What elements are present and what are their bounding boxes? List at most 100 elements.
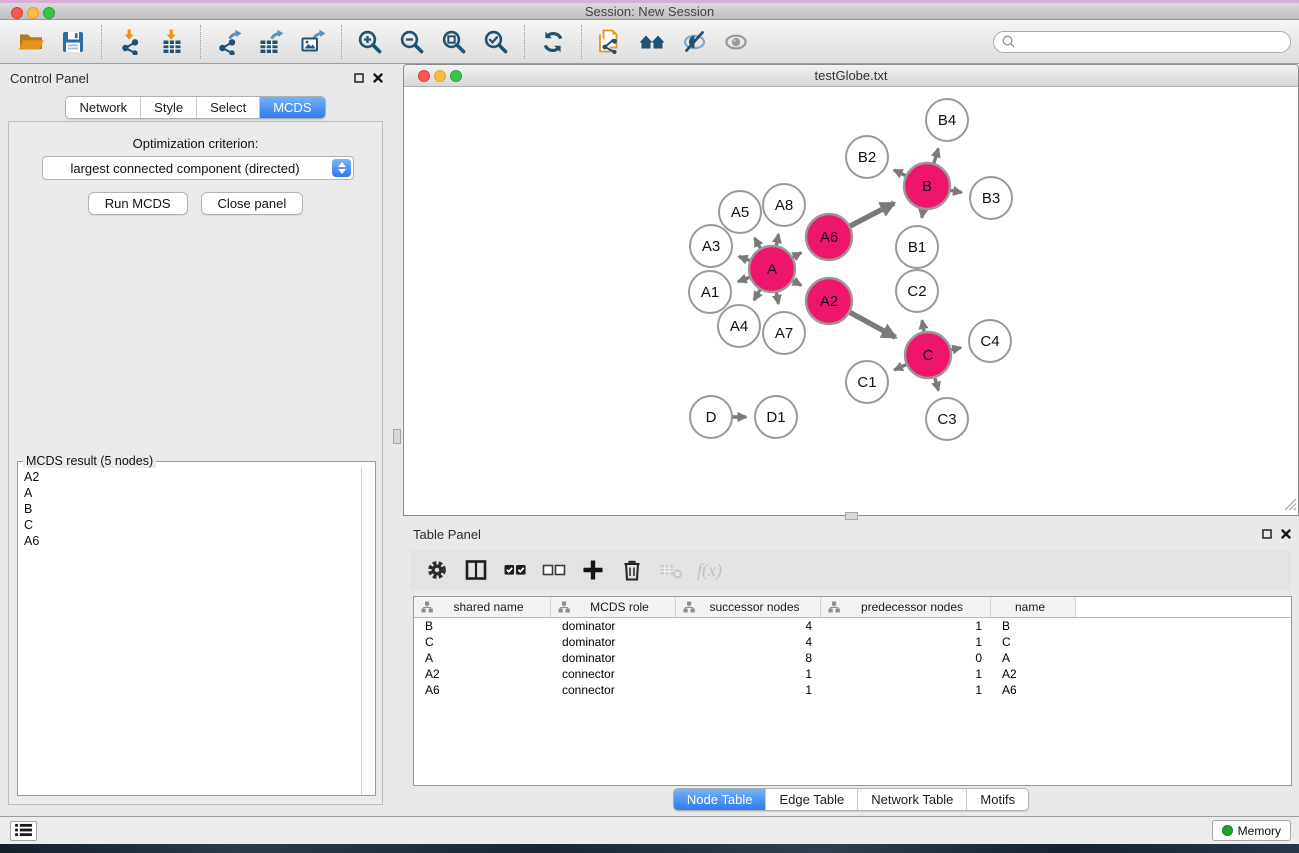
cell-name[interactable]: C — [991, 634, 1076, 650]
table-row[interactable]: Adominator80A — [414, 650, 1291, 666]
open-session-button[interactable] — [10, 23, 52, 61]
table-settings-button[interactable] — [417, 552, 456, 588]
node-C4[interactable]: C4 — [969, 320, 1011, 362]
column-header-MCDS-role[interactable]: MCDS role — [551, 597, 676, 617]
mcds-result-item[interactable]: B — [24, 501, 375, 517]
delete-column-button[interactable] — [612, 552, 651, 588]
table-row[interactable]: A6connector11A6 — [414, 682, 1291, 698]
refresh-button[interactable] — [532, 23, 574, 61]
deselect-all-rows-button[interactable] — [534, 552, 573, 588]
node-A4[interactable]: A4 — [718, 305, 760, 347]
cell-MCDS-role[interactable]: dominator — [551, 634, 676, 650]
node-A5[interactable]: A5 — [719, 191, 761, 233]
cell-successor-nodes[interactable]: 4 — [676, 618, 821, 634]
float-panel-icon[interactable] — [1262, 527, 1272, 542]
node-B[interactable]: B — [904, 163, 950, 209]
export-table-button[interactable] — [250, 23, 292, 61]
node-A7[interactable]: A7 — [763, 312, 805, 354]
cell-shared-name[interactable]: A — [414, 650, 551, 666]
resize-grip-icon[interactable] — [1284, 498, 1297, 514]
show-details-button[interactable] — [715, 23, 757, 61]
cell-MCDS-role[interactable]: connector — [551, 682, 676, 698]
zoom-fit-button[interactable] — [433, 23, 475, 61]
cell-successor-nodes[interactable]: 8 — [676, 650, 821, 666]
cell-name[interactable]: B — [991, 618, 1076, 634]
cell-predecessor-nodes[interactable]: 1 — [821, 634, 991, 650]
cell-MCDS-role[interactable]: dominator — [551, 618, 676, 634]
tab-motifs[interactable]: Motifs — [966, 789, 1028, 810]
node-A3[interactable]: A3 — [690, 225, 732, 267]
cell-name[interactable]: A6 — [991, 682, 1076, 698]
cell-shared-name[interactable]: A2 — [414, 666, 551, 682]
tab-network-table[interactable]: Network Table — [857, 789, 966, 810]
export-image-button[interactable] — [292, 23, 334, 61]
cell-shared-name[interactable]: A6 — [414, 682, 551, 698]
cell-successor-nodes[interactable]: 1 — [676, 682, 821, 698]
document-network-button[interactable] — [589, 23, 631, 61]
column-header-successor-nodes[interactable]: successor nodes — [676, 597, 821, 617]
column-header-shared-name[interactable]: shared name — [414, 597, 551, 617]
node-A8[interactable]: A8 — [763, 184, 805, 226]
home-button[interactable] — [631, 23, 673, 61]
horizontal-splitter-handle[interactable] — [845, 512, 858, 520]
node-A[interactable]: A — [749, 246, 795, 292]
node-C2[interactable]: C2 — [896, 270, 938, 312]
search-input[interactable] — [1016, 33, 1290, 51]
mcds-result-item[interactable]: A — [24, 485, 375, 501]
cell-MCDS-role[interactable]: connector — [551, 666, 676, 682]
select-all-rows-button[interactable] — [495, 552, 534, 588]
toggle-columns-button[interactable] — [456, 552, 495, 588]
optimization-criterion-select[interactable]: largest connected component (directed) — [42, 156, 354, 180]
node-D1[interactable]: D1 — [755, 396, 797, 438]
search-box[interactable] — [993, 31, 1291, 53]
save-session-button[interactable] — [52, 23, 94, 61]
cell-predecessor-nodes[interactable]: 1 — [821, 666, 991, 682]
run-mcds-button[interactable]: Run MCDS — [88, 192, 188, 215]
cell-name[interactable]: A2 — [991, 666, 1076, 682]
node-A6[interactable]: A6 — [806, 214, 852, 260]
node-C1[interactable]: C1 — [846, 361, 888, 403]
cell-shared-name[interactable]: B — [414, 618, 551, 634]
cell-name[interactable]: A — [991, 650, 1076, 666]
network-canvas[interactable]: B4 B2 B B3 A8 A5 A6 A3 B1 A A1 C2 A2 — [404, 87, 1298, 515]
tab-select[interactable]: Select — [196, 97, 259, 118]
node-C3[interactable]: C3 — [926, 398, 968, 440]
mcds-result-scrollbar[interactable] — [361, 468, 375, 795]
close-panel-button[interactable]: Close panel — [201, 192, 304, 215]
export-network-button[interactable] — [208, 23, 250, 61]
cell-predecessor-nodes[interactable]: 1 — [821, 682, 991, 698]
add-column-button[interactable] — [573, 552, 612, 588]
node-B2[interactable]: B2 — [846, 136, 888, 178]
import-table-button[interactable] — [151, 23, 193, 61]
node-A1[interactable]: A1 — [689, 271, 731, 313]
cell-predecessor-nodes[interactable]: 0 — [821, 650, 991, 666]
table-row[interactable]: Cdominator41C — [414, 634, 1291, 650]
node-B3[interactable]: B3 — [970, 177, 1012, 219]
tab-mcds[interactable]: MCDS — [259, 97, 324, 118]
node-D[interactable]: D — [690, 396, 732, 438]
cell-successor-nodes[interactable]: 4 — [676, 634, 821, 650]
cell-successor-nodes[interactable]: 1 — [676, 666, 821, 682]
node-B4[interactable]: B4 — [926, 99, 968, 141]
node-A2[interactable]: A2 — [806, 278, 852, 324]
hide-labels-button[interactable] — [673, 23, 715, 61]
task-history-button[interactable] — [10, 821, 37, 841]
tab-edge-table[interactable]: Edge Table — [765, 789, 857, 810]
node-B1[interactable]: B1 — [896, 226, 938, 268]
tab-style[interactable]: Style — [140, 97, 196, 118]
vertical-splitter-handle[interactable] — [393, 429, 401, 444]
zoom-selected-button[interactable] — [475, 23, 517, 61]
cell-shared-name[interactable]: C — [414, 634, 551, 650]
cell-MCDS-role[interactable]: dominator — [551, 650, 676, 666]
import-network-button[interactable] — [109, 23, 151, 61]
mcds-result-item[interactable]: A6 — [24, 533, 375, 549]
close-panel-icon[interactable] — [373, 71, 383, 86]
mcds-result-item[interactable]: A2 — [24, 469, 375, 485]
table-row[interactable]: Bdominator41B — [414, 618, 1291, 634]
zoom-out-button[interactable] — [391, 23, 433, 61]
cell-predecessor-nodes[interactable]: 1 — [821, 618, 991, 634]
zoom-in-button[interactable] — [349, 23, 391, 61]
tab-node-table[interactable]: Node Table — [674, 789, 766, 810]
float-panel-icon[interactable] — [354, 71, 364, 86]
tab-network[interactable]: Network — [66, 97, 140, 118]
